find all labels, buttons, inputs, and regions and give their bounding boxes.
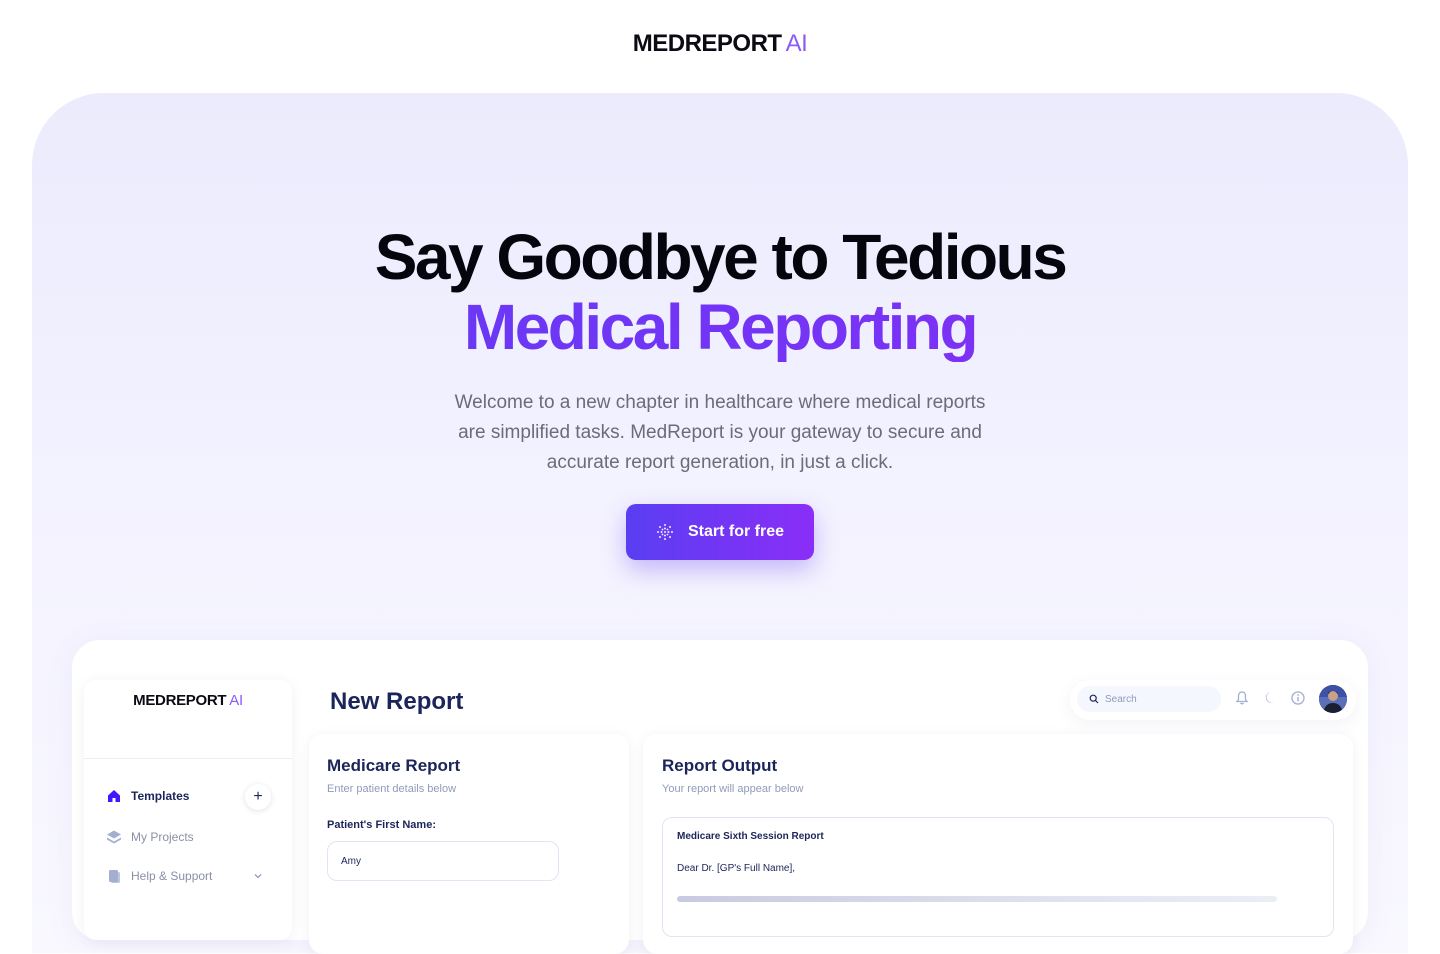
document-icon — [109, 870, 120, 883]
sidebar-item-my-projects[interactable]: My Projects — [106, 829, 194, 845]
first-name-label: Patient's First Name: — [327, 819, 436, 831]
layers-icon — [107, 830, 121, 844]
report-title: Medicare Sixth Session Report — [677, 831, 824, 842]
brand-suffix: AI — [785, 30, 808, 57]
first-name-field[interactable] — [327, 841, 559, 881]
output-card-subtitle: Your report will appear below — [662, 783, 804, 795]
report-greeting: Dear Dr. [GP's Full Name], — [677, 863, 796, 874]
start-for-free-button[interactable]: Start for free — [626, 504, 814, 560]
page-title: New Report — [330, 688, 464, 715]
form-card-subtitle: Enter patient details below — [327, 783, 457, 795]
sidebar-item-label: Templates — [131, 789, 190, 803]
home-icon — [108, 790, 120, 802]
sidebar-item-templates[interactable]: Templates — [106, 788, 189, 804]
headline-line-2: Medical Reporting — [0, 292, 1440, 362]
moon-icon[interactable] — [1262, 690, 1278, 706]
sidebar-brand-suffix: AI — [229, 692, 243, 709]
cta-label: Start for free — [687, 523, 785, 540]
search-bar[interactable] — [1077, 686, 1221, 712]
search-input[interactable] — [1105, 693, 1205, 705]
report-body-faded — [677, 896, 1277, 902]
sidebar-logo[interactable]: MEDREPORT AI — [84, 692, 292, 709]
avatar[interactable] — [1319, 685, 1347, 713]
form-card-title: Medicare Report — [327, 756, 461, 775]
hero-headline: Say Goodbye to Tedious Medical Reporting — [0, 222, 1440, 362]
sidebar-item-label: My Projects — [131, 830, 194, 844]
add-template-button[interactable]: + — [245, 784, 271, 810]
info-icon[interactable] — [1290, 690, 1306, 706]
search-icon — [1089, 694, 1099, 704]
output-card-title: Report Output — [662, 756, 778, 775]
sparkle-grid-icon — [656, 524, 673, 540]
sidebar-item-label: Help & Support — [131, 869, 213, 883]
sidebar-item-help-support[interactable]: Help & Support — [106, 868, 212, 884]
brand-logo[interactable]: MEDREPORT AI — [0, 30, 1440, 58]
bell-icon[interactable] — [1234, 690, 1250, 706]
brand-name: MEDREPORT — [632, 30, 782, 57]
sidebar-brand-name: MEDREPORT — [133, 692, 227, 709]
sidebar — [84, 680, 292, 940]
user-avatar-icon — [1319, 685, 1347, 713]
chevron-down-icon[interactable] — [252, 870, 264, 882]
headline-line-1: Say Goodbye to Tedious — [374, 221, 1068, 293]
sidebar-divider — [84, 758, 292, 759]
hero-subtitle: Welcome to a new chapter in healthcare w… — [454, 392, 986, 473]
